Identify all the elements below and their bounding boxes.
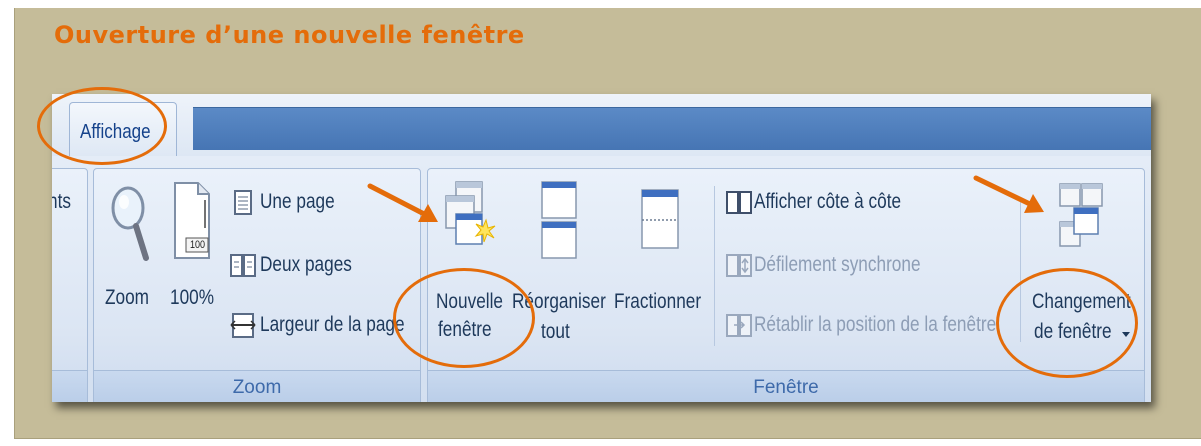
zoom-label: Zoom xyxy=(105,286,150,309)
page-100-icon xyxy=(174,182,210,259)
arrange-all-button[interactable]: Réorganiser tout xyxy=(510,180,606,360)
page-width-icon xyxy=(230,313,256,338)
tab-label: Affichage xyxy=(80,121,151,143)
reset-position-icon xyxy=(726,314,752,337)
switch-window-label-1: Changement xyxy=(1032,290,1131,313)
page-width-button[interactable]: Largeur de la page xyxy=(228,311,418,341)
one-page-label: Une page xyxy=(260,190,335,213)
two-pages-icon xyxy=(230,254,256,277)
page-100-icon-text: 100 xyxy=(190,239,206,251)
two-pages-button[interactable]: Deux pages xyxy=(228,251,378,281)
reset-position-label: Rétablir la position de la fenêtre xyxy=(754,313,997,336)
zoom-100-button[interactable]: 100 100% xyxy=(166,180,224,340)
window-group-separator xyxy=(714,186,715,346)
switch-window-button[interactable]: Changement de fenêtre xyxy=(1026,180,1144,360)
two-pages-label: Deux pages xyxy=(260,253,352,276)
split-label: Fractionner xyxy=(614,290,702,313)
chevron-down-icon xyxy=(1122,332,1130,337)
zoom-100-label: 100% xyxy=(170,286,215,309)
zoom-group-label: Zoom xyxy=(94,370,420,402)
arrange-all-label-2: tout xyxy=(541,320,570,343)
side-by-side-button[interactable]: Afficher côte à côte xyxy=(724,188,934,218)
arrange-all-icon xyxy=(541,181,577,259)
split-button[interactable]: Fractionner xyxy=(612,180,712,360)
ribbon-tab-bar xyxy=(193,107,1151,150)
reset-position-button: Rétablir la position de la fenêtre xyxy=(724,311,1014,341)
window-group-label: Fenêtre xyxy=(428,370,1144,402)
slide-title: Ouverture d’une nouvelle fenêtre xyxy=(54,21,525,49)
zoom-button[interactable]: Zoom xyxy=(100,184,160,344)
new-window-label-1: Nouvelle xyxy=(436,290,504,313)
new-window-icon xyxy=(445,181,496,245)
window-group-separator-2 xyxy=(1020,202,1021,342)
arrange-all-label-1: Réorganiser xyxy=(512,290,606,313)
ribbon-screenshot: Affichage nts Zoom Zoom xyxy=(52,94,1151,402)
ribbon-body: nts Zoom Zoom 100 100% xyxy=(52,156,1151,402)
one-page-icon xyxy=(234,190,252,215)
sync-scroll-label: Défilement synchrone xyxy=(754,253,921,276)
sync-scroll-button: Défilement synchrone xyxy=(724,251,934,281)
truncated-label: nts xyxy=(52,190,71,213)
page-width-label: Largeur de la page xyxy=(260,313,405,336)
one-page-button[interactable]: Une page xyxy=(228,188,378,218)
tab-affichage[interactable]: Affichage xyxy=(69,102,177,159)
split-icon xyxy=(641,189,679,249)
side-by-side-label: Afficher côte à côte xyxy=(754,190,902,213)
new-window-label-2: fenêtre xyxy=(438,318,492,341)
sync-scroll-icon xyxy=(726,254,752,277)
switch-window-label-2: de fenêtre xyxy=(1034,320,1112,343)
ribbon-tab-strip: Affichage xyxy=(52,94,1151,159)
side-by-side-icon xyxy=(726,191,752,214)
magnifier-icon xyxy=(111,186,149,261)
new-window-button[interactable]: Nouvelle fenêtre xyxy=(430,180,520,360)
switch-window-icon xyxy=(1059,183,1103,247)
